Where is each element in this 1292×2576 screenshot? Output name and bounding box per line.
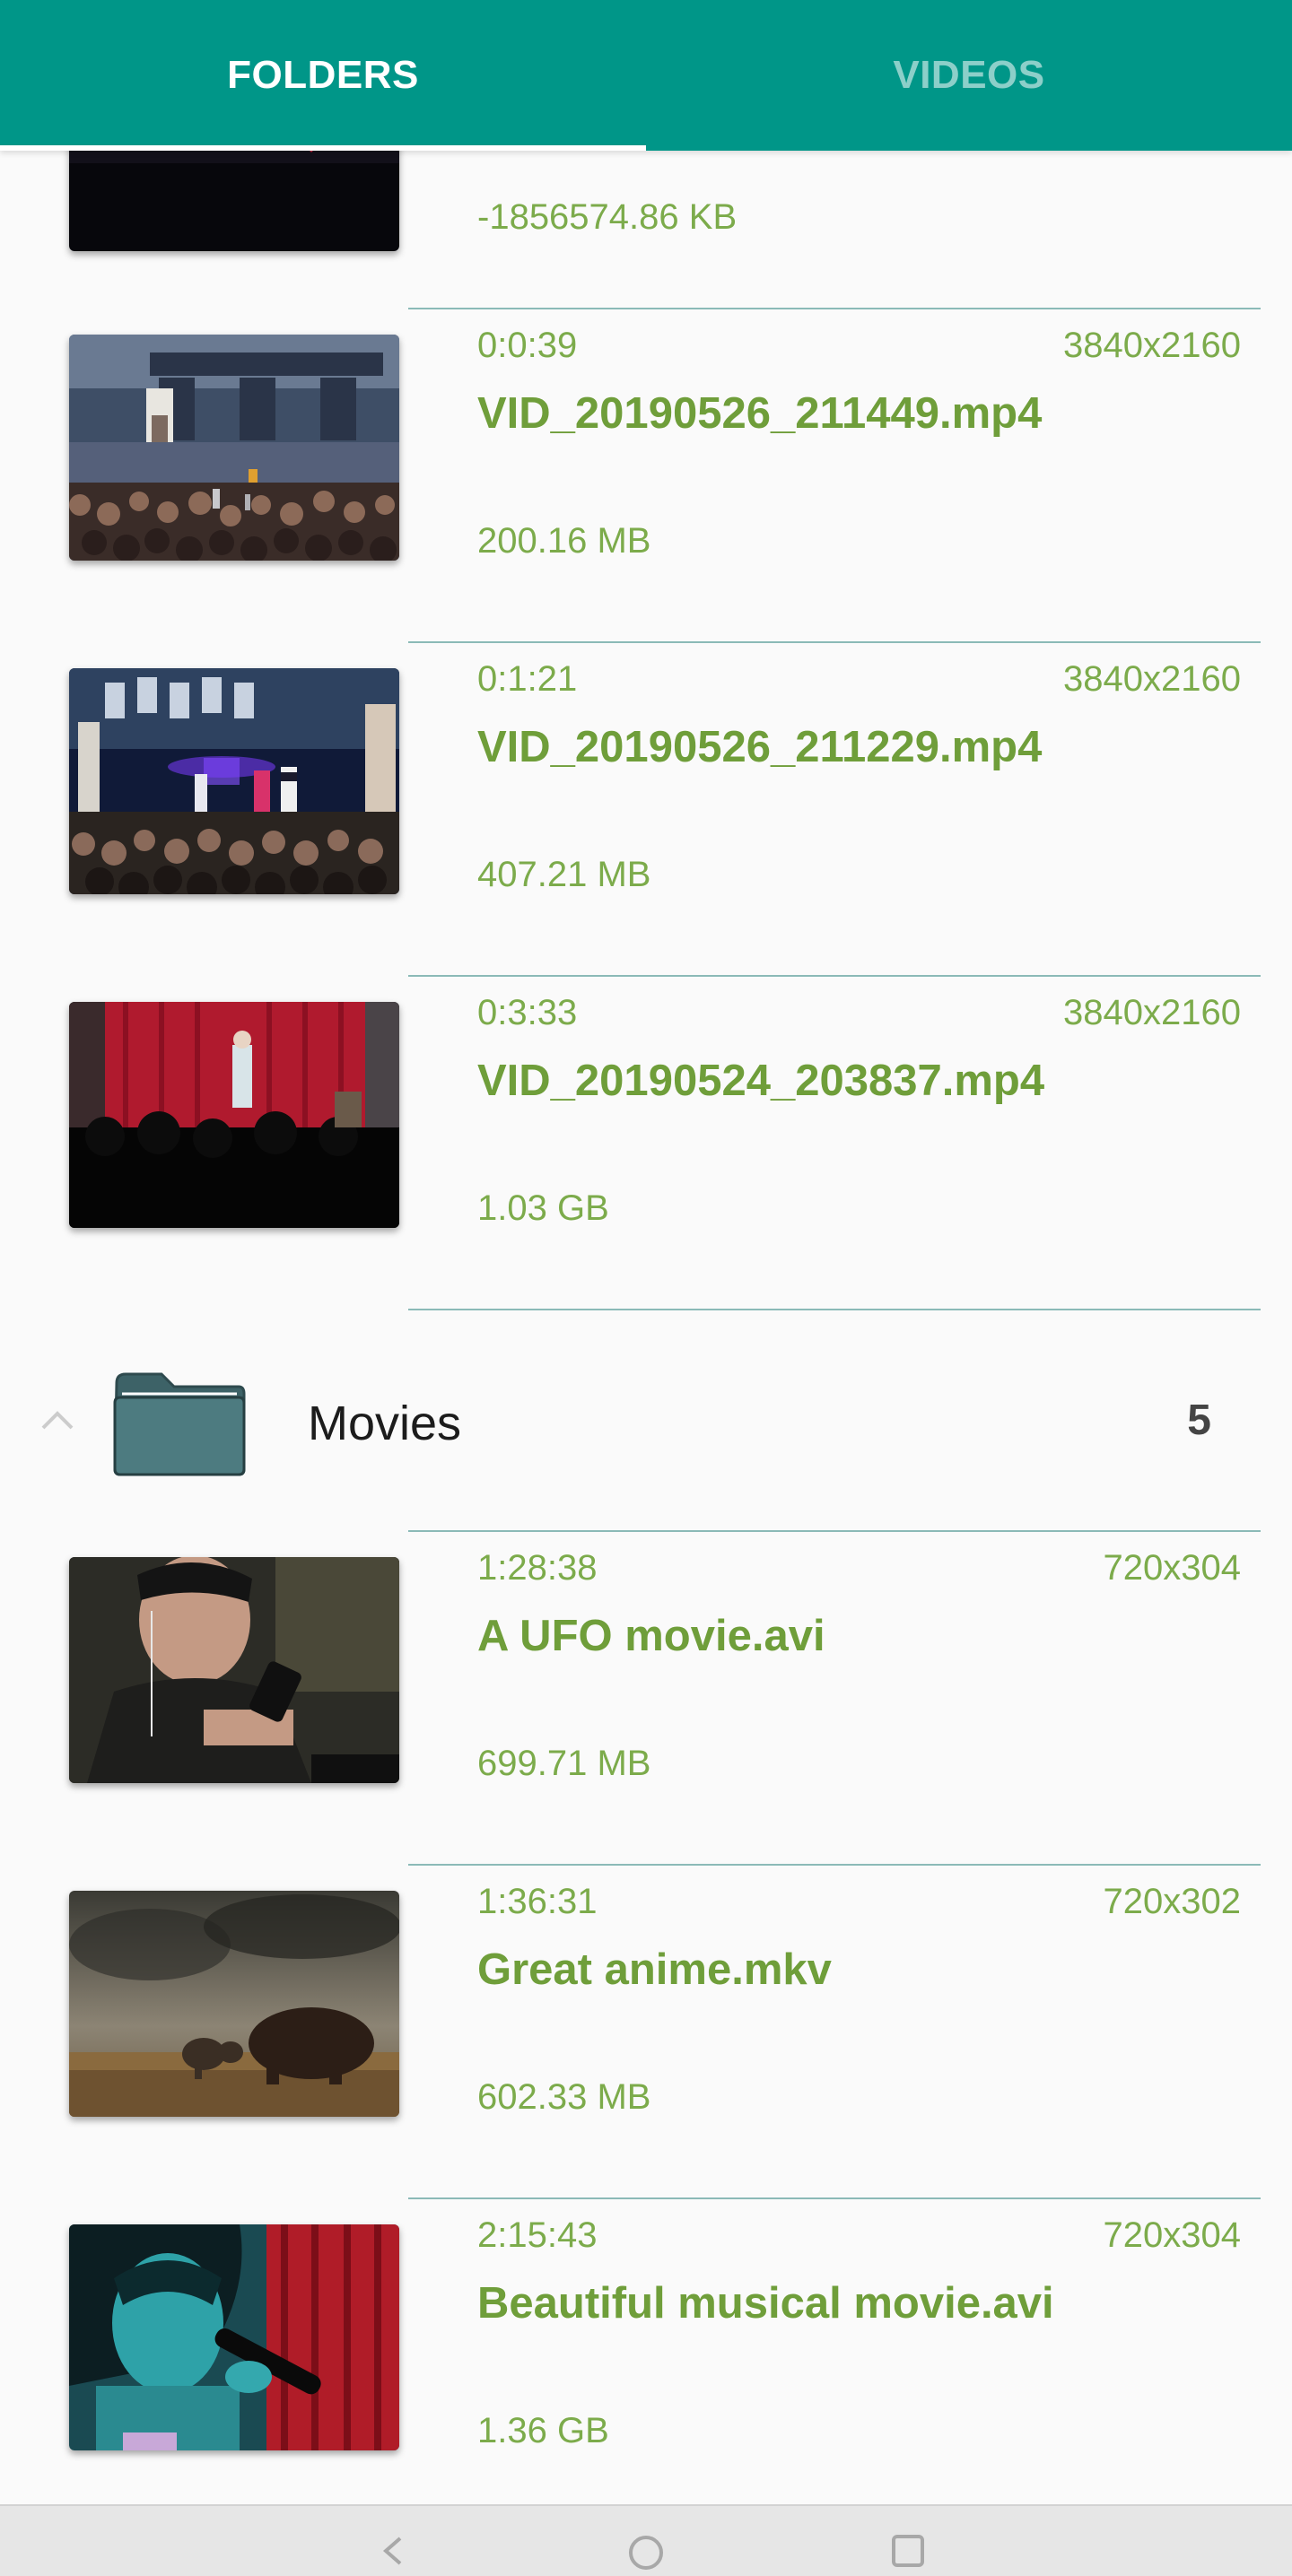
home-icon[interactable]: [626, 2533, 666, 2576]
video-resolution: 3840x2160: [1063, 326, 1241, 365]
video-thumbnail: [69, 1557, 399, 1783]
tab-videos-label: VIDEOS: [893, 53, 1045, 97]
video-row[interactable]: 1:28:38 720x304 A UFO movie.avi 699.71 M…: [0, 1532, 1292, 1866]
folder-header-movies[interactable]: Movies 5: [0, 1311, 1292, 1532]
file-size: 200.16 MB: [477, 521, 651, 561]
back-icon[interactable]: [377, 2533, 413, 2573]
file-size: -1856574.86 KB: [477, 197, 738, 237]
video-duration: 0:3:33: [477, 993, 578, 1032]
file-size: 602.33 MB: [477, 2077, 651, 2117]
video-thumbnail: [69, 1891, 399, 2117]
tab-folders-label: FOLDERS: [227, 53, 419, 97]
tab-folders[interactable]: FOLDERS: [0, 0, 646, 151]
recents-icon[interactable]: [890, 2533, 926, 2573]
video-duration: 2:15:43: [477, 2215, 598, 2255]
video-row[interactable]: 1:36:31 720x302 Great anime.mkv 602.33 M…: [0, 1866, 1292, 2199]
video-row[interactable]: 2:15:43 720x304 Beautiful musical movie.…: [0, 2199, 1292, 2504]
video-row[interactable]: 0:3:33 3840x2160 VID_20190524_203837.mp4…: [0, 977, 1292, 1310]
video-title: Great anime.mkv: [477, 1945, 832, 1994]
file-size: 1.36 GB: [477, 2411, 609, 2450]
tab-videos[interactable]: VIDEOS: [646, 0, 1292, 151]
row-divider: [408, 1309, 1261, 1310]
video-resolution: 3840x2160: [1063, 659, 1241, 699]
video-title: VID_20190526_211449.mp4: [477, 389, 1043, 438]
video-duration: 1:28:38: [477, 1548, 598, 1588]
video-title: VID_20190526_211229.mp4: [477, 723, 1043, 771]
video-list[interactable]: -1856574.86 KB 0:0:39 3840x2160 VID_2019…: [0, 0, 1292, 2504]
file-size: 1.03 GB: [477, 1188, 609, 1228]
video-thumbnail: [69, 2224, 399, 2450]
tab-bar: FOLDERS VIDEOS: [0, 0, 1292, 151]
video-title: A UFO movie.avi: [477, 1612, 825, 1660]
video-duration: 0:1:21: [477, 659, 578, 699]
video-resolution: 3840x2160: [1063, 993, 1241, 1032]
video-thumbnail: [69, 668, 399, 894]
chevron-up-icon[interactable]: [39, 1403, 75, 1439]
video-thumbnail: [69, 335, 399, 561]
active-tab-indicator: [0, 145, 646, 151]
system-navigation-bar: [0, 2504, 1292, 2576]
folder-name: Movies: [308, 1397, 462, 1450]
folder-icon: [111, 1371, 248, 1478]
video-resolution: 720x302: [1103, 1882, 1241, 1921]
folder-video-count: 5: [1187, 1397, 1211, 1444]
video-duration: 1:36:31: [477, 1882, 598, 1921]
file-size: 407.21 MB: [477, 855, 651, 894]
file-size: 699.71 MB: [477, 1744, 651, 1783]
video-thumbnail: [69, 1002, 399, 1228]
video-duration: 0:0:39: [477, 326, 578, 365]
video-resolution: 720x304: [1103, 1548, 1241, 1588]
video-row[interactable]: 0:1:21 3840x2160 VID_20190526_211229.mp4…: [0, 643, 1292, 977]
video-row[interactable]: 0:0:39 3840x2160 VID_20190526_211449.mp4…: [0, 309, 1292, 643]
video-title: Beautiful musical movie.avi: [477, 2279, 1054, 2328]
video-resolution: 720x304: [1103, 2215, 1241, 2255]
video-title: VID_20190524_203837.mp4: [477, 1057, 1045, 1105]
